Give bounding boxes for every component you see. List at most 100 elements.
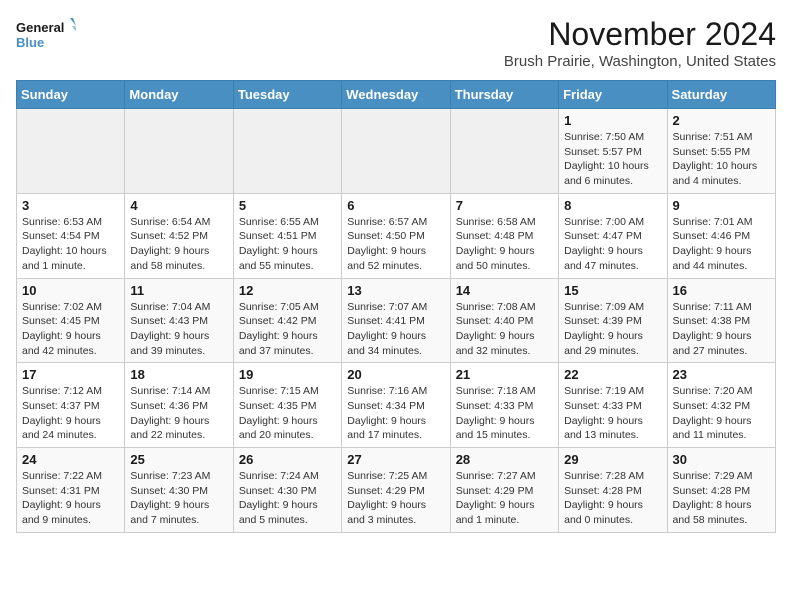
- day-number: 19: [239, 367, 336, 382]
- day-info: Sunrise: 6:53 AM Sunset: 4:54 PM Dayligh…: [22, 215, 119, 274]
- month-title: November 2024: [504, 16, 776, 53]
- day-info: Sunrise: 7:11 AM Sunset: 4:38 PM Dayligh…: [673, 300, 770, 359]
- day-number: 20: [347, 367, 444, 382]
- calendar-cell: 17 Sunrise: 7:12 AM Sunset: 4:37 PM Dayli…: [17, 363, 125, 448]
- calendar-cell: [125, 109, 233, 194]
- calendar-cell: 23Sunrise: 7:20 AM Sunset: 4:32 PM Dayli…: [667, 363, 775, 448]
- day-number: 9: [673, 198, 770, 213]
- day-info: Sunrise: 7:05 AM Sunset: 4:42 PM Dayligh…: [239, 300, 336, 359]
- day-number: 4: [130, 198, 227, 213]
- col-header-sunday: Sunday: [17, 81, 125, 109]
- calendar-cell: 16 Sunrise: 7:11 AM Sunset: 4:38 PM Dayli…: [667, 278, 775, 363]
- calendar-cell: 8Sunrise: 7:00 AM Sunset: 4:47 PM Daylig…: [559, 193, 667, 278]
- week-row-1: 1Sunrise: 7:50 AM Sunset: 5:57 PM Daylig…: [17, 109, 776, 194]
- day-number: 21: [456, 367, 553, 382]
- day-number: 17: [22, 367, 119, 382]
- day-info: Sunrise: 7:29 AM Sunset: 4:28 PM Dayligh…: [673, 469, 770, 528]
- calendar-cell: 5 Sunrise: 6:55 AM Sunset: 4:51 PM Daylig…: [233, 193, 341, 278]
- day-info: Sunrise: 6:57 AM Sunset: 4:50 PM Dayligh…: [347, 215, 444, 274]
- day-number: 29: [564, 452, 661, 467]
- week-row-2: 3 Sunrise: 6:53 AM Sunset: 4:54 PM Daylig…: [17, 193, 776, 278]
- day-number: 14: [456, 283, 553, 298]
- title-area: November 2024 Brush Prairie, Washington,…: [504, 16, 776, 70]
- day-number: 3: [22, 198, 119, 213]
- calendar-cell: 19 Sunrise: 7:15 AM Sunset: 4:35 PM Dayli…: [233, 363, 341, 448]
- svg-text:General: General: [16, 20, 64, 35]
- day-number: 25: [130, 452, 227, 467]
- day-info: Sunrise: 7:08 AM Sunset: 4:40 PM Dayligh…: [456, 300, 553, 359]
- calendar-cell: 4 Sunrise: 6:54 AM Sunset: 4:52 PM Daylig…: [125, 193, 233, 278]
- day-info: Sunrise: 7:15 AM Sunset: 4:35 PM Dayligh…: [239, 384, 336, 443]
- day-info: Sunrise: 6:58 AM Sunset: 4:48 PM Dayligh…: [456, 215, 553, 274]
- calendar-cell: 14 Sunrise: 7:08 AM Sunset: 4:40 PM Dayli…: [450, 278, 558, 363]
- col-header-saturday: Saturday: [667, 81, 775, 109]
- logo-svg: General Blue: [16, 16, 76, 52]
- calendar-cell: 15Sunrise: 7:09 AM Sunset: 4:39 PM Dayli…: [559, 278, 667, 363]
- day-info: Sunrise: 7:27 AM Sunset: 4:29 PM Dayligh…: [456, 469, 553, 528]
- header-row: SundayMondayTuesdayWednesdayThursdayFrid…: [17, 81, 776, 109]
- day-number: 13: [347, 283, 444, 298]
- col-header-monday: Monday: [125, 81, 233, 109]
- day-number: 16: [673, 283, 770, 298]
- day-info: Sunrise: 7:19 AM Sunset: 4:33 PM Dayligh…: [564, 384, 661, 443]
- day-info: Sunrise: 7:51 AM Sunset: 5:55 PM Dayligh…: [673, 130, 770, 189]
- calendar-cell: 18 Sunrise: 7:14 AM Sunset: 4:36 PM Dayli…: [125, 363, 233, 448]
- col-header-thursday: Thursday: [450, 81, 558, 109]
- day-number: 18: [130, 367, 227, 382]
- day-info: Sunrise: 7:12 AM Sunset: 4:37 PM Dayligh…: [22, 384, 119, 443]
- day-info: Sunrise: 7:20 AM Sunset: 4:32 PM Dayligh…: [673, 384, 770, 443]
- calendar-cell: [233, 109, 341, 194]
- calendar-cell: 26 Sunrise: 7:24 AM Sunset: 4:30 PM Dayli…: [233, 448, 341, 533]
- calendar-cell: 29 Sunrise: 7:28 AM Sunset: 4:28 PM Dayli…: [559, 448, 667, 533]
- day-number: 28: [456, 452, 553, 467]
- calendar-cell: 20Sunrise: 7:16 AM Sunset: 4:34 PM Dayli…: [342, 363, 450, 448]
- week-row-4: 17 Sunrise: 7:12 AM Sunset: 4:37 PM Dayli…: [17, 363, 776, 448]
- day-info: Sunrise: 7:04 AM Sunset: 4:43 PM Dayligh…: [130, 300, 227, 359]
- day-info: Sunrise: 7:18 AM Sunset: 4:33 PM Dayligh…: [456, 384, 553, 443]
- calendar-cell: 3 Sunrise: 6:53 AM Sunset: 4:54 PM Daylig…: [17, 193, 125, 278]
- day-number: 5: [239, 198, 336, 213]
- calendar-cell: 24Sunrise: 7:22 AM Sunset: 4:31 PM Dayli…: [17, 448, 125, 533]
- day-number: 10: [22, 283, 119, 298]
- day-number: 7: [456, 198, 553, 213]
- day-info: Sunrise: 7:09 AM Sunset: 4:39 PM Dayligh…: [564, 300, 661, 359]
- calendar-cell: 6 Sunrise: 6:57 AM Sunset: 4:50 PM Daylig…: [342, 193, 450, 278]
- calendar-cell: 11 Sunrise: 7:04 AM Sunset: 4:43 PM Dayli…: [125, 278, 233, 363]
- day-info: Sunrise: 7:07 AM Sunset: 4:41 PM Dayligh…: [347, 300, 444, 359]
- calendar-cell: 13 Sunrise: 7:07 AM Sunset: 4:41 PM Dayli…: [342, 278, 450, 363]
- location-subtitle: Brush Prairie, Washington, United States: [504, 53, 776, 70]
- calendar-cell: 10Sunrise: 7:02 AM Sunset: 4:45 PM Dayli…: [17, 278, 125, 363]
- calendar-cell: 12 Sunrise: 7:05 AM Sunset: 4:42 PM Dayli…: [233, 278, 341, 363]
- day-info: Sunrise: 6:55 AM Sunset: 4:51 PM Dayligh…: [239, 215, 336, 274]
- col-header-friday: Friday: [559, 81, 667, 109]
- day-number: 26: [239, 452, 336, 467]
- day-number: 27: [347, 452, 444, 467]
- day-number: 22: [564, 367, 661, 382]
- day-info: Sunrise: 7:25 AM Sunset: 4:29 PM Dayligh…: [347, 469, 444, 528]
- day-number: 2: [673, 113, 770, 128]
- svg-text:Blue: Blue: [16, 35, 44, 50]
- calendar-cell: 21 Sunrise: 7:18 AM Sunset: 4:33 PM Dayli…: [450, 363, 558, 448]
- day-number: 30: [673, 452, 770, 467]
- day-info: Sunrise: 7:01 AM Sunset: 4:46 PM Dayligh…: [673, 215, 770, 274]
- day-info: Sunrise: 7:50 AM Sunset: 5:57 PM Dayligh…: [564, 130, 661, 189]
- day-info: Sunrise: 7:24 AM Sunset: 4:30 PM Dayligh…: [239, 469, 336, 528]
- calendar-cell: [17, 109, 125, 194]
- day-number: 12: [239, 283, 336, 298]
- day-number: 6: [347, 198, 444, 213]
- day-info: Sunrise: 7:23 AM Sunset: 4:30 PM Dayligh…: [130, 469, 227, 528]
- day-info: Sunrise: 7:14 AM Sunset: 4:36 PM Dayligh…: [130, 384, 227, 443]
- day-info: Sunrise: 7:28 AM Sunset: 4:28 PM Dayligh…: [564, 469, 661, 528]
- calendar-cell: [450, 109, 558, 194]
- week-row-5: 24Sunrise: 7:22 AM Sunset: 4:31 PM Dayli…: [17, 448, 776, 533]
- day-number: 8: [564, 198, 661, 213]
- day-info: Sunrise: 7:22 AM Sunset: 4:31 PM Dayligh…: [22, 469, 119, 528]
- calendar-cell: 28 Sunrise: 7:27 AM Sunset: 4:29 PM Dayli…: [450, 448, 558, 533]
- day-number: 11: [130, 283, 227, 298]
- calendar-table: SundayMondayTuesdayWednesdayThursdayFrid…: [16, 80, 776, 533]
- col-header-wednesday: Wednesday: [342, 81, 450, 109]
- week-row-3: 10Sunrise: 7:02 AM Sunset: 4:45 PM Dayli…: [17, 278, 776, 363]
- col-header-tuesday: Tuesday: [233, 81, 341, 109]
- calendar-cell: 22 Sunrise: 7:19 AM Sunset: 4:33 PM Dayli…: [559, 363, 667, 448]
- day-info: Sunrise: 6:54 AM Sunset: 4:52 PM Dayligh…: [130, 215, 227, 274]
